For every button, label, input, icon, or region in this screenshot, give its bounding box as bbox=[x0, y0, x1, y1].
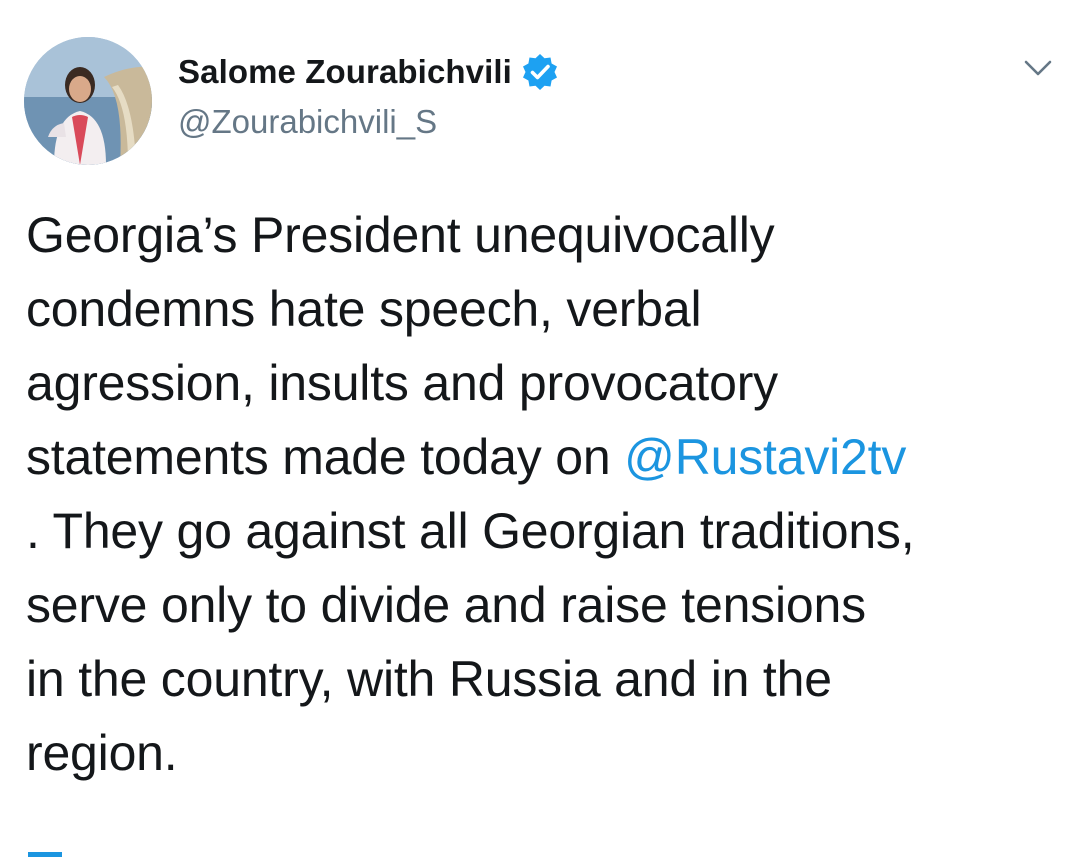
tweet-text-line-with-mention: statements made today on @Rustavi2tv bbox=[26, 420, 1066, 494]
avatar[interactable] bbox=[24, 37, 152, 165]
tweet-text-line: in the country, with Russia and in the bbox=[26, 651, 832, 707]
tweet-text-segment: statements made today on bbox=[26, 429, 625, 485]
tweet-text-line: . They go against all Georgian tradition… bbox=[26, 503, 915, 559]
avatar-photo-icon bbox=[24, 37, 152, 165]
author-name-row: Salome Zourabichvili bbox=[178, 50, 560, 94]
display-name[interactable]: Salome Zourabichvili bbox=[178, 53, 512, 91]
tweet-text: Georgia’s President unequivocally condem… bbox=[26, 198, 1066, 790]
chevron-down-icon bbox=[1024, 60, 1052, 76]
verified-badge-icon bbox=[520, 52, 560, 92]
cropped-link-fragment bbox=[28, 852, 62, 857]
tweet-text-line: agression, insults and provocatory bbox=[26, 355, 778, 411]
tweet-menu-button[interactable] bbox=[1016, 50, 1060, 86]
tweet-card: Salome Zourabichvili @Zourabichvili_S Ge… bbox=[0, 0, 1080, 857]
mention-link[interactable]: @Rustavi2tv bbox=[624, 429, 906, 485]
tweet-text-line: serve only to divide and raise tensions bbox=[26, 577, 866, 633]
tweet-text-line: Georgia’s President unequivocally bbox=[26, 207, 775, 263]
author-handle[interactable]: @Zourabichvili_S bbox=[178, 103, 437, 141]
tweet-text-line: region. bbox=[26, 725, 178, 781]
tweet-text-line: condemns hate speech, verbal bbox=[26, 281, 702, 337]
